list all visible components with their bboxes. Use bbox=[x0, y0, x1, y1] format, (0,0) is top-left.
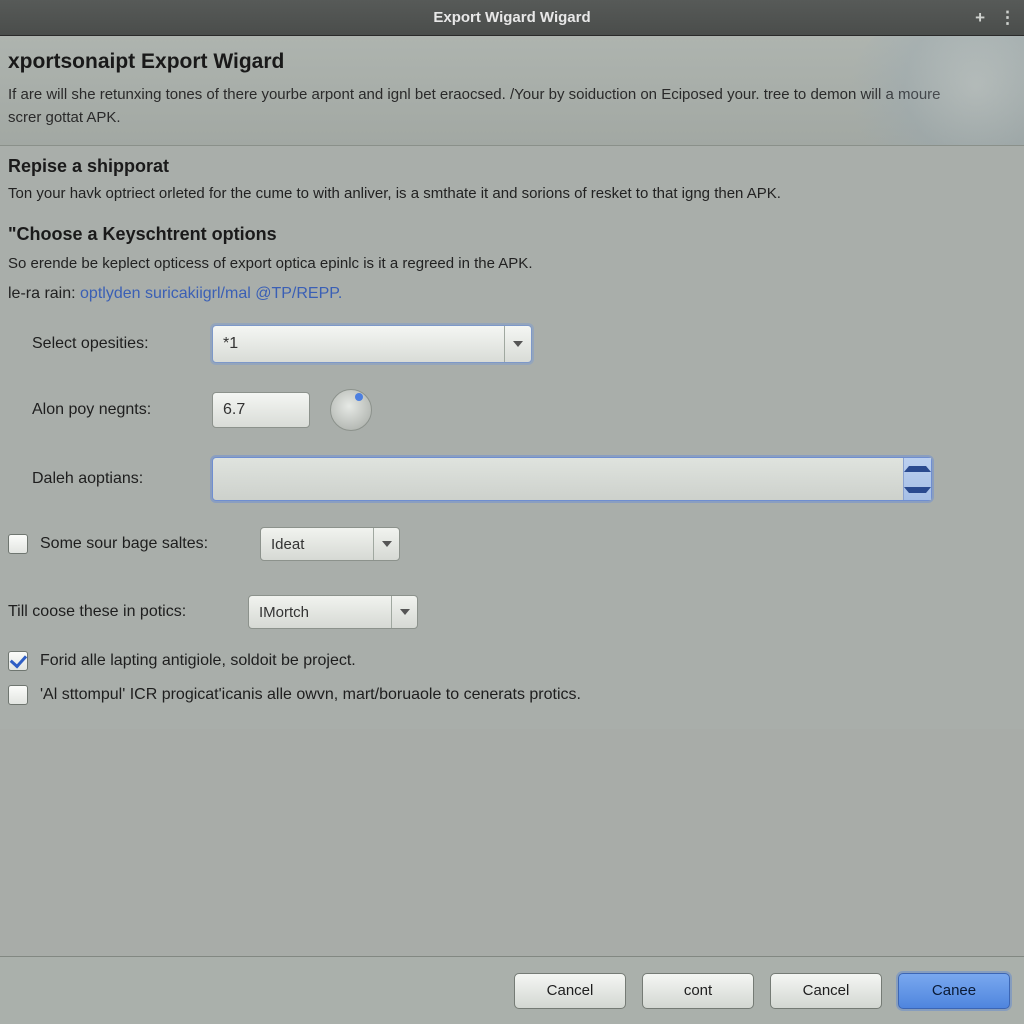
stepper-icon[interactable] bbox=[903, 458, 931, 500]
link-prefix: le-ra rain: bbox=[8, 285, 80, 302]
till-value: IMortch bbox=[249, 596, 391, 628]
wizard-footer: Cancel cont Cancel Canee bbox=[0, 956, 1024, 1024]
cont-button[interactable]: cont bbox=[642, 973, 754, 1009]
section2-title: "Choose a Keyschtrent options bbox=[8, 224, 1016, 245]
daleh-label: Daleh aoptians: bbox=[32, 470, 212, 488]
forid-checkbox[interactable] bbox=[8, 651, 28, 671]
some-row: Some sour bage saltes: Ideat bbox=[8, 527, 1016, 561]
daleh-combo[interactable] bbox=[212, 457, 932, 501]
section1-title: Repise a shipporat bbox=[8, 156, 1016, 177]
till-label: Till coose these in potics: bbox=[8, 603, 248, 621]
window-title: Export Wigard Wigard bbox=[433, 9, 590, 26]
link-line: le-ra rain: optlyden suricakiigrl/mal @T… bbox=[8, 285, 1016, 303]
forid-label: Forid alle lapting antigiole, soldoit be… bbox=[40, 652, 356, 670]
select-opesities-label: Select opesities: bbox=[32, 335, 212, 353]
alon-value: 6.7 bbox=[223, 401, 245, 419]
cancel-button-1[interactable]: Cancel bbox=[514, 973, 626, 1009]
wizard-header: xportsonaipt Export Wigard If are will s… bbox=[0, 36, 1024, 146]
some-label: Some sour bage saltes: bbox=[40, 535, 260, 553]
plus-icon[interactable]: + bbox=[975, 8, 985, 28]
select-opesities-combo[interactable] bbox=[212, 325, 532, 363]
chevron-down-icon[interactable] bbox=[504, 326, 531, 362]
al-label: 'Al sttompul' ICR progicat'icanis alle o… bbox=[40, 686, 581, 704]
alon-input[interactable]: 6.7 bbox=[212, 392, 310, 428]
alon-label: Alon poy negnts: bbox=[32, 401, 212, 419]
select-opesities-input[interactable] bbox=[213, 326, 504, 362]
menu-icon[interactable]: ⋮ bbox=[999, 8, 1016, 28]
section2-desc: So erende be keplect opticess of export … bbox=[8, 253, 1016, 276]
step-down-icon[interactable] bbox=[904, 479, 931, 500]
chevron-down-icon[interactable] bbox=[373, 528, 399, 560]
some-value: Ideat bbox=[261, 528, 373, 560]
chevron-down-icon[interactable] bbox=[391, 596, 417, 628]
step-up-icon[interactable] bbox=[904, 458, 931, 479]
some-combo[interactable]: Ideat bbox=[260, 527, 400, 561]
help-link[interactable]: optlyden suricakiigrl/mal @TP/REPP. bbox=[80, 285, 342, 302]
knob-control[interactable] bbox=[330, 389, 372, 431]
section1-desc: Ton your havk optriect orleted for the c… bbox=[8, 183, 1016, 206]
some-checkbox[interactable] bbox=[8, 534, 28, 554]
wizard-body: Repise a shipporat Ton your havk optriec… bbox=[0, 146, 1024, 729]
al-checkbox[interactable] bbox=[8, 685, 28, 705]
canee-button[interactable]: Canee bbox=[898, 973, 1010, 1009]
header-decoration bbox=[844, 36, 1024, 146]
wizard-description: If are will she retunxing tones of there… bbox=[8, 84, 948, 129]
till-combo[interactable]: IMortch bbox=[248, 595, 418, 629]
cancel-button-2[interactable]: Cancel bbox=[770, 973, 882, 1009]
window-titlebar: Export Wigard Wigard + ⋮ bbox=[0, 0, 1024, 36]
